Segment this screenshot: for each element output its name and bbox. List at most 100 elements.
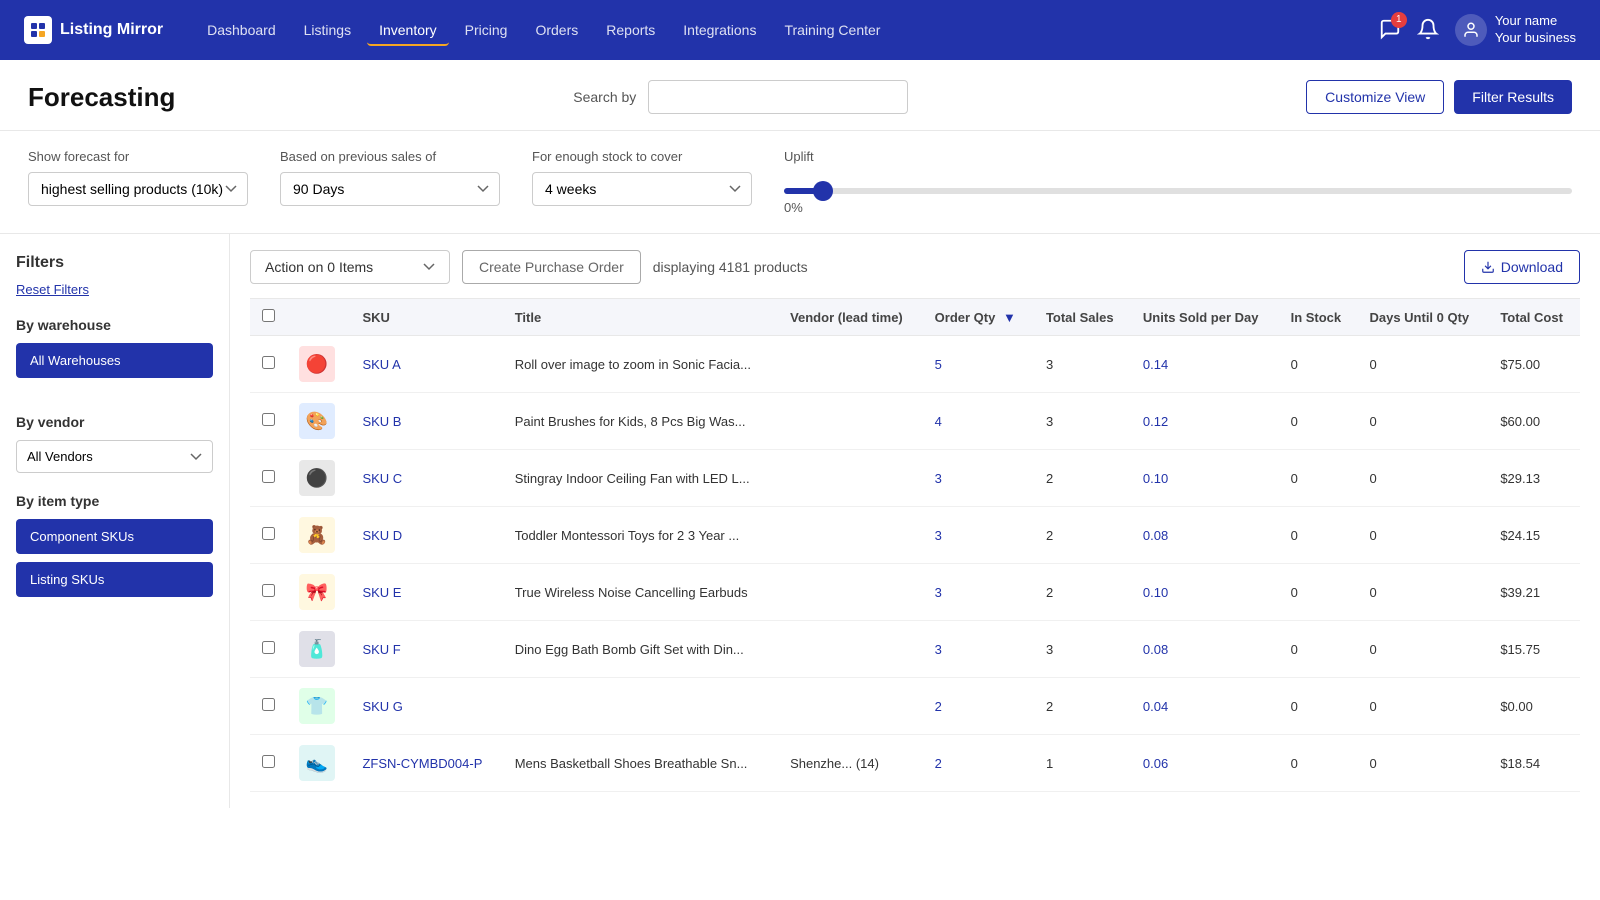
nav-listings[interactable]: Listings <box>292 14 363 46</box>
row-total-cost: $18.54 <box>1488 735 1580 792</box>
show-forecast-select[interactable]: highest selling products (10k) all produ… <box>28 172 248 206</box>
nav-training[interactable]: Training Center <box>772 14 892 46</box>
by-item-type-section: By item type Component SKUs Listing SKUs <box>16 493 213 605</box>
download-button[interactable]: Download <box>1464 250 1580 284</box>
by-item-type-label: By item type <box>16 493 213 509</box>
user-menu[interactable]: Your name Your business <box>1455 13 1576 47</box>
row-checkbox[interactable] <box>262 698 275 711</box>
component-skus-button[interactable]: Component SKUs <box>16 519 213 554</box>
row-sku: SKU F <box>350 621 502 678</box>
cover-label: For enough stock to cover <box>532 149 752 164</box>
sku-link[interactable]: SKU G <box>362 699 402 714</box>
nav-integrations[interactable]: Integrations <box>671 14 768 46</box>
row-checkbox[interactable] <box>262 641 275 654</box>
nav-reports[interactable]: Reports <box>594 14 667 46</box>
th-days-until: Days Until 0 Qty <box>1357 299 1488 336</box>
nav-pricing[interactable]: Pricing <box>453 14 520 46</box>
units-sold-link[interactable]: 0.04 <box>1143 699 1168 714</box>
row-title <box>503 678 778 735</box>
row-check[interactable] <box>250 507 287 564</box>
units-sold-link[interactable]: 0.12 <box>1143 414 1168 429</box>
create-purchase-order-button[interactable]: Create Purchase Order <box>462 250 641 284</box>
units-sold-link[interactable]: 0.08 <box>1143 642 1168 657</box>
sku-link[interactable]: ZFSN-CYMBD004-P <box>362 756 482 771</box>
sku-link[interactable]: SKU C <box>362 471 402 486</box>
row-check[interactable] <box>250 564 287 621</box>
listing-skus-button[interactable]: Listing SKUs <box>16 562 213 597</box>
row-checkbox[interactable] <box>262 584 275 597</box>
nav-right: 1 Your name Your business <box>1379 13 1576 47</box>
row-vendor <box>778 393 923 450</box>
order-qty-link[interactable]: 2 <box>935 699 942 714</box>
row-checkbox[interactable] <box>262 755 275 768</box>
row-img: 🎨 <box>287 393 350 450</box>
sku-link[interactable]: SKU A <box>362 357 400 372</box>
logo-icon <box>24 16 52 44</box>
units-sold-link[interactable]: 0.06 <box>1143 756 1168 771</box>
table-row: 🎀 SKU E True Wireless Noise Cancelling E… <box>250 564 1580 621</box>
sku-link[interactable]: SKU E <box>362 585 401 600</box>
nav-orders[interactable]: Orders <box>523 14 590 46</box>
row-units-sold: 0.10 <box>1131 450 1279 507</box>
row-check[interactable] <box>250 621 287 678</box>
all-warehouses-button[interactable]: All Warehouses <box>16 343 213 378</box>
units-sold-link[interactable]: 0.08 <box>1143 528 1168 543</box>
search-input[interactable] <box>648 80 908 114</box>
cover-select[interactable]: 1 week 2 weeks 3 weeks 4 weeks 6 weeks 8… <box>532 172 752 206</box>
units-sold-link[interactable]: 0.14 <box>1143 357 1168 372</box>
row-days-until: 0 <box>1357 735 1488 792</box>
row-total-cost: $39.21 <box>1488 564 1580 621</box>
sku-link[interactable]: SKU F <box>362 642 400 657</box>
row-check[interactable] <box>250 336 287 393</box>
row-sku: SKU B <box>350 393 502 450</box>
row-total-cost: $0.00 <box>1488 678 1580 735</box>
order-qty-link[interactable]: 4 <box>935 414 942 429</box>
row-check[interactable] <box>250 678 287 735</box>
based-on-select[interactable]: 30 Days 60 Days 90 Days 180 Days 1 Year <box>280 172 500 206</box>
row-checkbox[interactable] <box>262 413 275 426</box>
row-units-sold: 0.08 <box>1131 621 1279 678</box>
select-all-checkbox[interactable] <box>262 309 275 322</box>
row-check[interactable] <box>250 735 287 792</box>
logo[interactable]: Listing Mirror <box>24 16 163 44</box>
order-qty-link[interactable]: 5 <box>935 357 942 372</box>
th-order-qty[interactable]: Order Qty ▼ <box>923 299 1034 336</box>
row-days-until: 0 <box>1357 507 1488 564</box>
slider-thumb[interactable] <box>813 181 833 201</box>
nav-inventory[interactable]: Inventory <box>367 14 449 46</box>
row-checkbox[interactable] <box>262 527 275 540</box>
filter-results-button[interactable]: Filter Results <box>1454 80 1572 114</box>
units-sold-link[interactable]: 0.10 <box>1143 585 1168 600</box>
reset-filters-link[interactable]: Reset Filters <box>16 282 213 297</box>
sku-link[interactable]: SKU B <box>362 414 401 429</box>
order-qty-link[interactable]: 3 <box>935 642 942 657</box>
bell-icon[interactable] <box>1417 18 1439 43</box>
order-qty-link[interactable]: 3 <box>935 585 942 600</box>
row-checkbox[interactable] <box>262 470 275 483</box>
nav-dashboard[interactable]: Dashboard <box>195 14 288 46</box>
row-vendor <box>778 564 923 621</box>
action-dropdown[interactable]: Action on 0 Items <box>250 250 450 284</box>
order-qty-link[interactable]: 3 <box>935 471 942 486</box>
logo-text: Listing Mirror <box>60 21 163 39</box>
order-qty-link[interactable]: 3 <box>935 528 942 543</box>
data-table: SKU Title Vendor (lead time) Order Qty ▼… <box>250 298 1580 792</box>
messages-icon[interactable]: 1 <box>1379 18 1401 43</box>
row-in-stock: 0 <box>1279 621 1358 678</box>
row-check[interactable] <box>250 393 287 450</box>
header-buttons: Customize View Filter Results <box>1306 80 1572 114</box>
table-toolbar: Action on 0 Items Create Purchase Order … <box>250 250 1580 284</box>
row-days-until: 0 <box>1357 621 1488 678</box>
customize-view-button[interactable]: Customize View <box>1306 80 1444 114</box>
product-image: 👟 <box>299 745 335 781</box>
row-checkbox[interactable] <box>262 356 275 369</box>
vendor-select[interactable]: All Vendors <box>16 440 213 473</box>
order-qty-link[interactable]: 2 <box>935 756 942 771</box>
sku-link[interactable]: SKU D <box>362 528 402 543</box>
row-check[interactable] <box>250 450 287 507</box>
row-units-sold: 0.14 <box>1131 336 1279 393</box>
row-total-cost: $29.13 <box>1488 450 1580 507</box>
units-sold-link[interactable]: 0.10 <box>1143 471 1168 486</box>
row-img: 🔴 <box>287 336 350 393</box>
row-title: Dino Egg Bath Bomb Gift Set with Din... <box>503 621 778 678</box>
